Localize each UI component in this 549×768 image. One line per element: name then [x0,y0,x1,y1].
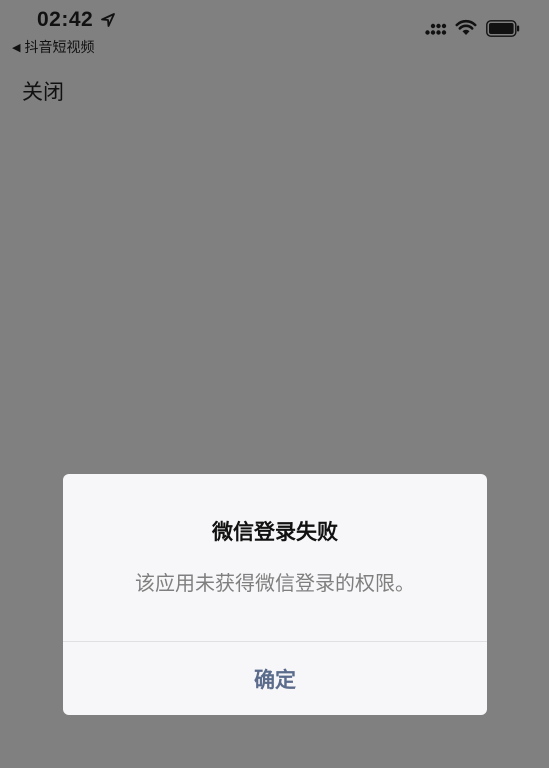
dialog-message: 该应用未获得微信登录的权限。 [135,571,415,595]
dialog-title: 微信登录失败 [212,520,338,544]
location-arrow-icon [101,13,115,27]
confirm-button[interactable]: 确定 [63,642,487,715]
signal-icon [425,23,447,35]
wifi-icon [455,19,477,35]
back-triangle-icon: ◀ [12,40,21,54]
battery-icon [486,20,520,37]
status-time: 02:42 [37,8,94,31]
alert-dialog: 微信登录失败 该应用未获得微信登录的权限。 确定 [63,474,487,715]
status-bar: 02:42 ◀ 抖音短视频 [0,0,549,60]
back-to-app-button[interactable]: ◀ 抖音短视频 [12,37,94,57]
back-app-label: 抖音短视频 [24,40,95,56]
close-button[interactable]: 关闭 [22,76,64,106]
